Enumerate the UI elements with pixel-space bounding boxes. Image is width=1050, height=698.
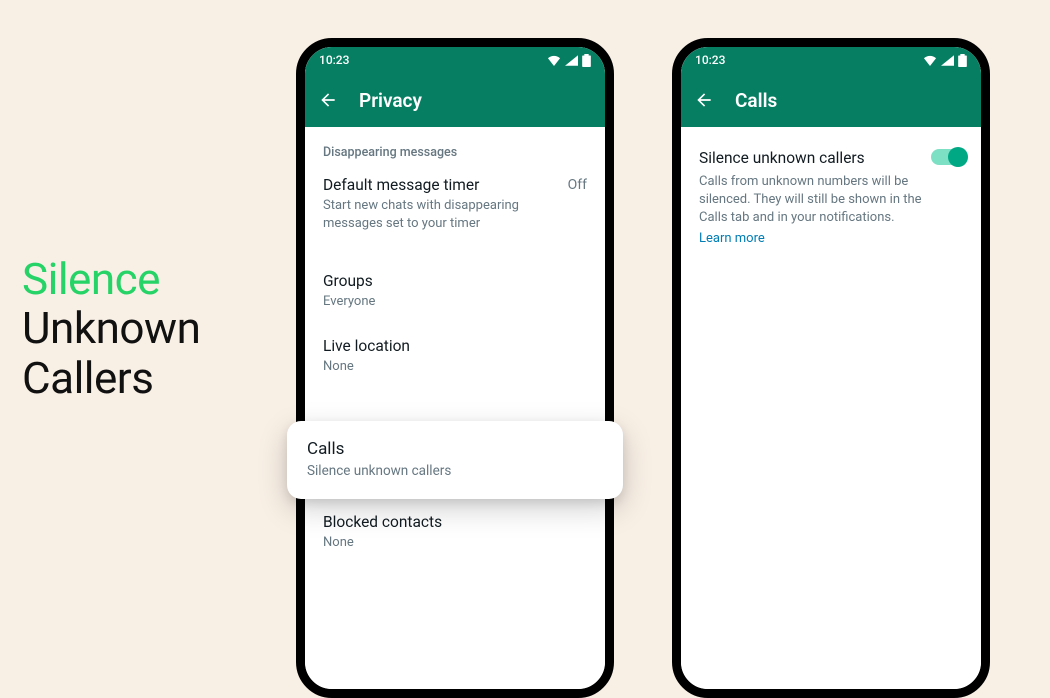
setting-calls-highlighted[interactable]: Calls Silence unknown callers [287,421,623,499]
setting-subtitle: Silence unknown callers [307,463,603,479]
headline-line-2: Unknown [22,304,200,353]
app-bar-privacy: Privacy [305,73,605,127]
setting-title: Calls [307,439,603,459]
app-bar-calls: Calls [681,73,981,127]
signal-icon [565,55,578,66]
setting-description: Calls from unknown numbers will be silen… [699,173,963,248]
setting-subtitle: None [323,534,587,552]
setting-title: Live location [323,337,587,355]
wifi-icon [547,55,561,66]
phone-screen-calls: 10:23 Calls Silence unknown callers Call… [681,47,981,689]
setting-title: Blocked contacts [323,513,587,531]
setting-live-location[interactable]: Live location None [305,325,605,390]
status-icons [923,54,967,67]
app-bar-title: Privacy [359,89,422,112]
status-bar: 10:23 [305,47,605,73]
arrow-left-icon [694,90,714,110]
setting-description-text: Calls from unknown numbers will be silen… [699,174,922,225]
status-time: 10:23 [319,53,349,67]
section-header-disappearing: Disappearing messages [305,127,605,162]
back-button[interactable] [691,87,717,113]
silence-unknown-callers-toggle[interactable] [931,149,965,165]
wifi-icon [923,55,937,66]
battery-icon [958,54,967,67]
battery-icon [582,54,591,67]
phone-screen-privacy: 10:23 Privacy Disappearing messages Defa… [305,47,605,689]
phone-frame-calls: 10:23 Calls Silence unknown callers Call… [672,38,990,698]
setting-subtitle: Everyone [323,293,587,311]
setting-blocked-contacts[interactable]: Blocked contacts None [305,499,605,568]
status-bar: 10:23 [681,47,981,73]
setting-silence-unknown-callers: Silence unknown callers Calls from unkno… [681,127,981,248]
learn-more-link[interactable]: Learn more [699,230,765,248]
setting-groups[interactable]: Groups Everyone [305,248,605,325]
headline-line-3: Callers [22,354,200,403]
signal-icon [941,55,954,66]
back-button[interactable] [315,87,341,113]
app-bar-title: Calls [735,89,777,112]
status-time: 10:23 [695,53,725,67]
arrow-left-icon [318,90,338,110]
setting-value: Off [568,177,587,193]
setting-title: Groups [323,272,587,290]
headline-line-1: Silence [22,255,200,304]
status-icons [547,54,591,67]
setting-title: Default message timer [323,176,587,194]
setting-subtitle: None [323,358,587,376]
setting-title: Silence unknown callers [699,149,963,167]
setting-subtitle: Start new chats with disappearing messag… [323,197,543,232]
headline: Silence Unknown Callers [22,255,200,403]
privacy-content: Disappearing messages Default message ti… [305,127,605,389]
setting-default-message-timer[interactable]: Default message timer Start new chats wi… [305,162,605,248]
phone-frame-privacy: 10:23 Privacy Disappearing messages Defa… [296,38,614,698]
